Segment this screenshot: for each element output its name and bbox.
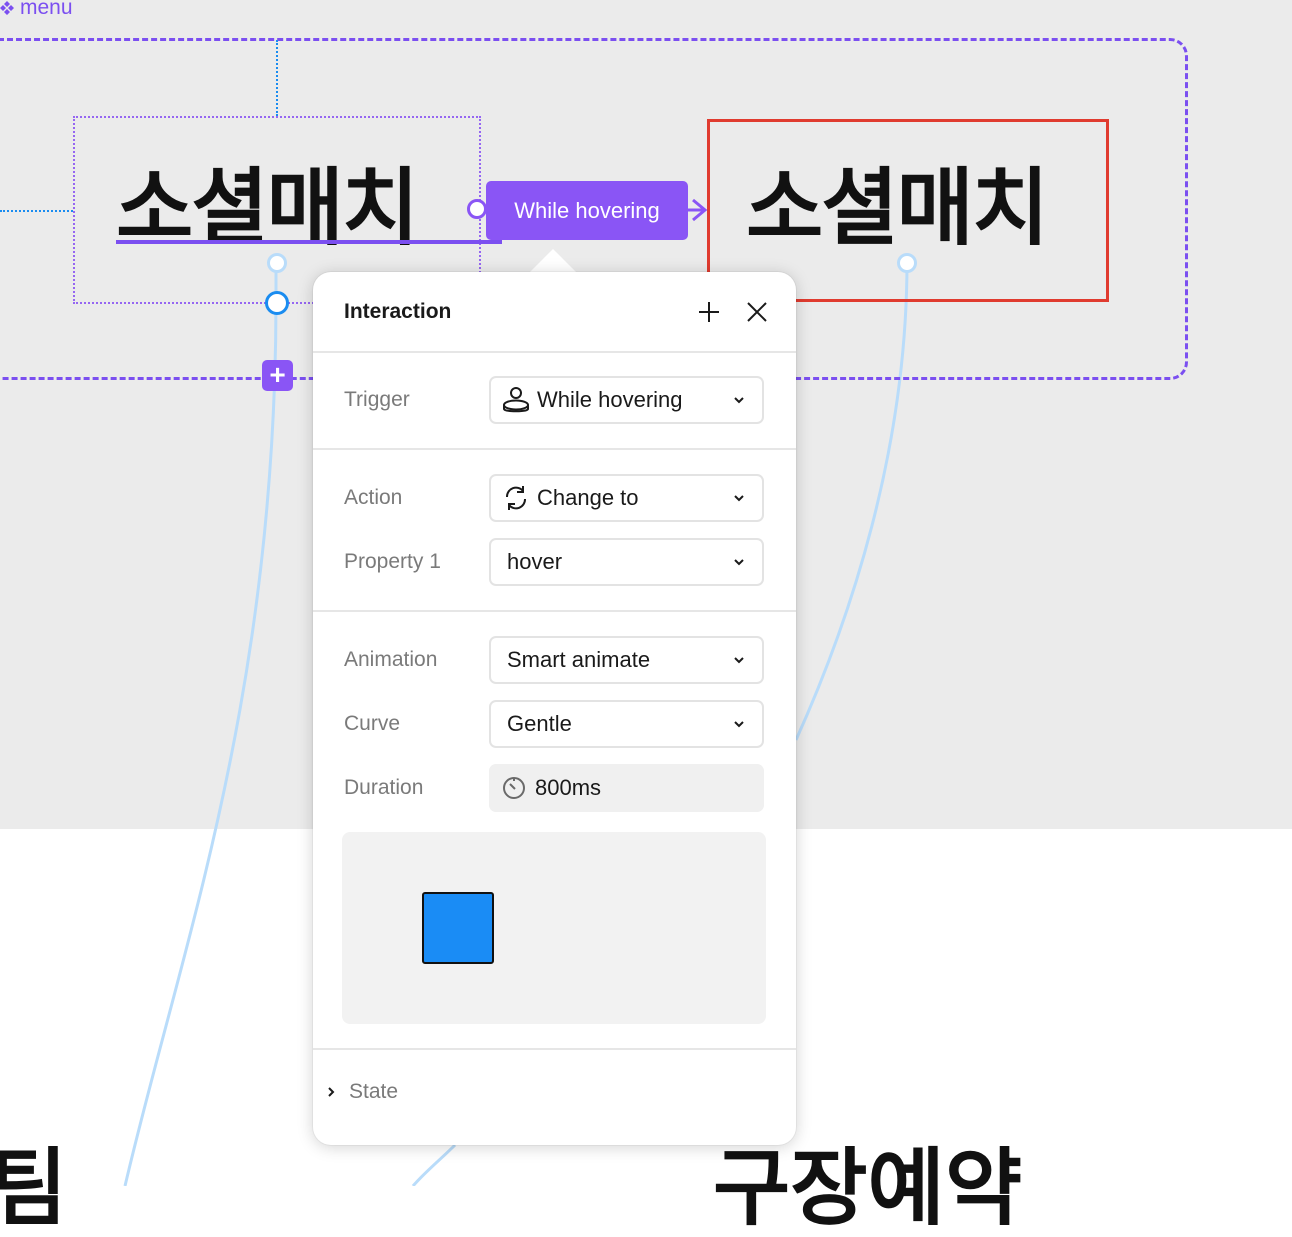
measure-guide-vertical xyxy=(276,40,278,116)
hover-icon xyxy=(501,385,531,415)
state-label: State xyxy=(349,1080,399,1103)
connector-origin-dot[interactable] xyxy=(467,199,487,219)
variant-hover-text[interactable]: 소셜매치 xyxy=(746,166,1049,250)
chevron-right-icon xyxy=(323,1084,339,1100)
chevron-down-icon xyxy=(724,396,754,404)
animation-value: Smart animate xyxy=(507,647,651,672)
chevron-down-icon xyxy=(724,558,754,566)
animation-select[interactable]: Smart animate xyxy=(489,636,764,684)
curve-select[interactable]: Gentle xyxy=(489,700,764,748)
close-panel-button[interactable] xyxy=(741,296,773,328)
state-section-toggle[interactable]: State xyxy=(323,1080,398,1104)
duration-label: Duration xyxy=(344,776,424,799)
curve-label: Curve xyxy=(344,712,401,735)
hover-underline xyxy=(116,240,502,244)
chevron-down-icon xyxy=(724,720,754,728)
property-label: Property 1 xyxy=(344,550,441,573)
divider xyxy=(313,448,796,450)
component-set-label[interactable]: menu xyxy=(0,0,73,20)
close-icon xyxy=(747,302,767,322)
animation-preview xyxy=(342,832,766,1024)
timer-icon xyxy=(499,773,529,803)
connection-node-selected[interactable] xyxy=(265,291,289,315)
action-select[interactable]: Change to xyxy=(489,474,764,522)
action-value: Change to xyxy=(537,485,639,510)
panel-title: Interaction xyxy=(344,300,452,323)
plus-icon xyxy=(699,302,719,322)
swap-icon xyxy=(501,483,531,513)
divider xyxy=(313,610,796,612)
chevron-down-icon xyxy=(724,656,754,664)
component-icon xyxy=(0,1,14,15)
panel-header: Interaction xyxy=(313,272,796,353)
component-set-name: menu xyxy=(20,0,73,19)
measure-guide-horizontal xyxy=(0,210,73,212)
curve-value: Gentle xyxy=(507,711,572,736)
chevron-down-icon xyxy=(724,494,754,502)
connector-trigger-label[interactable]: While hovering xyxy=(486,181,688,240)
bottom-left-text: 팀 xyxy=(0,1139,68,1237)
variant-default-text[interactable]: 소셜매치 xyxy=(116,166,419,250)
preview-square xyxy=(422,892,494,964)
trigger-select[interactable]: While hovering xyxy=(489,376,764,424)
property-value: hover xyxy=(507,549,563,574)
property-select[interactable]: hover xyxy=(489,538,764,586)
action-label: Action xyxy=(344,486,403,509)
divider xyxy=(313,1048,796,1050)
trigger-value: While hovering xyxy=(537,387,683,412)
connection-node-top[interactable] xyxy=(267,253,287,273)
add-interaction-button[interactable] xyxy=(693,296,725,328)
bottom-right-text: 구장예약 xyxy=(713,1139,1023,1237)
duration-input[interactable]: 800ms xyxy=(489,764,764,812)
add-variant-button[interactable]: + xyxy=(262,360,293,391)
connection-node-hover[interactable] xyxy=(897,253,917,273)
duration-value: 800ms xyxy=(535,775,602,800)
animation-label: Animation xyxy=(344,648,438,671)
trigger-label: Trigger xyxy=(344,388,410,411)
interaction-panel: Interaction Trigger While hovering Actio… xyxy=(313,272,796,1145)
